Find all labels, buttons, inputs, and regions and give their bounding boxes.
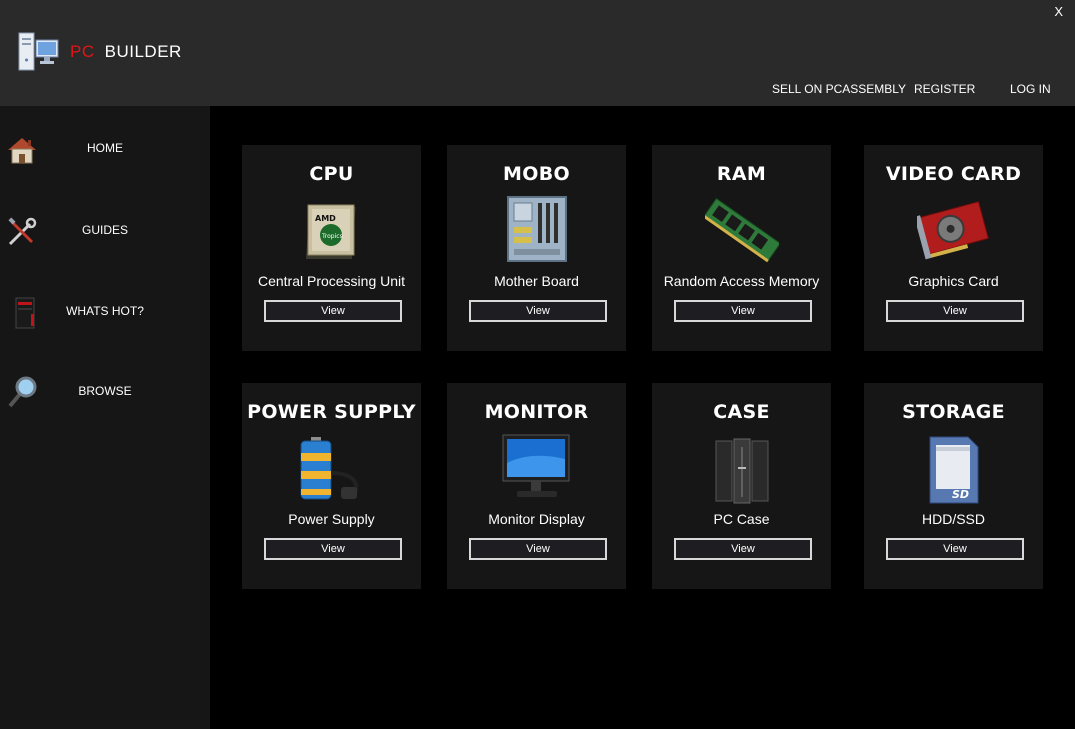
house-icon [8, 138, 36, 164]
sidebar-item-label: BROWSE [78, 384, 132, 398]
card-title: VIDEO CARD [885, 163, 1022, 185]
card-case: CASE PC Case View [652, 383, 831, 589]
logo-pc-text: PC [70, 42, 95, 61]
sidebar-item-browse[interactable]: BROWSE [0, 368, 210, 418]
server-case-icon [715, 438, 768, 504]
graphics-card-icon [916, 201, 989, 260]
tools-icon [8, 217, 37, 246]
view-button-monitor[interactable]: View [469, 538, 607, 560]
computer-icon [18, 32, 59, 71]
card-ram: RAM Random Access Memory View [652, 145, 831, 351]
card-title: STORAGE [902, 401, 1005, 423]
view-button-cpu[interactable]: View [264, 300, 402, 322]
card-subtitle: Mother Board [494, 273, 579, 289]
sd-card-icon: SD [929, 436, 978, 504]
monitor-icon [502, 434, 569, 497]
close-button[interactable]: X [1054, 4, 1063, 19]
sidebar-item-label: WHATS HOT? [66, 304, 144, 318]
title-bar: X PC BUILDER SELL ON PCASSEMBLY REGISTER … [0, 0, 1075, 106]
view-button-case[interactable]: View [674, 538, 812, 560]
sidebar-item-label: GUIDES [81, 223, 128, 237]
card-monitor: MONITOR Monitor Display View [447, 383, 626, 589]
view-button-storage[interactable]: View [886, 538, 1024, 560]
card-video-card: VIDEO CARD Graphics Card View [864, 145, 1043, 351]
svg-text:SD: SD [952, 488, 969, 501]
card-cpu: CPU AMD Tropics Central Processing Unit … [242, 145, 421, 351]
card-mobo: MOBO Mother Board View [447, 145, 626, 351]
card-storage: STORAGE SD HDD/SSD View [864, 383, 1043, 589]
sidebar: HOME GUIDES WHATS HOT? BROWSE [0, 106, 210, 729]
card-title: CPU [309, 163, 354, 185]
view-button-power-supply[interactable]: View [264, 538, 402, 560]
login-link[interactable]: LOG IN [1010, 82, 1051, 96]
sell-on-pcassembly-link[interactable]: SELL ON PCASSEMBLY [772, 82, 906, 96]
card-subtitle: Power Supply [288, 511, 375, 527]
sidebar-item-home[interactable]: HOME [0, 126, 210, 176]
view-button-ram[interactable]: View [674, 300, 812, 322]
svg-text:AMD: AMD [315, 214, 336, 223]
logo-builder-text: BUILDER [104, 42, 182, 61]
card-title: RAM [716, 163, 767, 185]
card-title: MOBO [503, 163, 570, 185]
register-link[interactable]: REGISTER [914, 82, 975, 96]
magnifier-icon [8, 376, 37, 408]
card-subtitle: Graphics Card [908, 273, 999, 289]
card-subtitle: Monitor Display [488, 511, 585, 527]
view-button-video-card[interactable]: View [886, 300, 1024, 322]
card-power-supply: POWER SUPPLY Power Supply View [242, 383, 421, 589]
cpu-chip-icon: AMD Tropics [305, 204, 356, 259]
app-logo: PC BUILDER [18, 32, 182, 72]
sidebar-item-guides[interactable]: GUIDES [0, 208, 210, 258]
motherboard-icon [506, 196, 567, 262]
card-title: MONITOR [484, 401, 589, 423]
view-button-mobo[interactable]: View [469, 300, 607, 322]
sidebar-item-label: HOME [87, 141, 123, 155]
svg-text:Tropics: Tropics [321, 233, 343, 240]
battery-plug-icon [300, 437, 358, 500]
pc-tower-icon [15, 297, 35, 329]
card-title: CASE [713, 401, 770, 423]
card-subtitle: Random Access Memory [663, 273, 820, 289]
sidebar-item-whats-hot[interactable]: WHATS HOT? [0, 288, 210, 338]
card-subtitle: HDD/SSD [921, 511, 985, 527]
ram-stick-icon [704, 197, 779, 263]
card-subtitle: PC Case [713, 511, 770, 527]
card-subtitle: Central Processing Unit [257, 273, 406, 289]
card-title: POWER SUPPLY [247, 401, 416, 423]
